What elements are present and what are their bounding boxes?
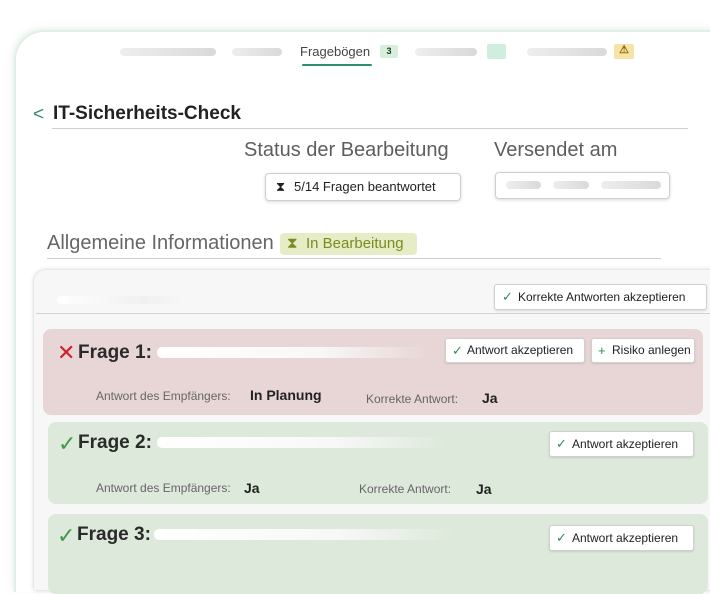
section-status-badge: ⧗ In Bearbeitung <box>280 233 417 255</box>
recipient-answer-value: Ja <box>244 480 260 496</box>
sent-date-box <box>495 172 670 199</box>
section-divider <box>47 258 661 259</box>
page-title: IT-Sicherheits-Check <box>53 103 241 124</box>
status-value: 5/14 Fragen beantwortet <box>294 179 436 194</box>
status-value-box: ⧗ 5/14 Fragen beantwortet <box>265 173 461 201</box>
nav-tab-placeholder[interactable] <box>232 48 282 56</box>
accept-correct-answers-button[interactable]: ✓ Korrekte Antworten akzeptieren <box>494 284 707 310</box>
question-title: Frage 2: <box>78 432 152 453</box>
title-divider <box>52 128 688 129</box>
check-icon: ✓ <box>556 530 567 545</box>
correct-answer-value: Ja <box>482 390 498 406</box>
section-status-label: In Bearbeitung <box>306 235 404 252</box>
button-label: Antwort akzeptieren <box>467 343 574 357</box>
nav-tab-placeholder[interactable] <box>527 48 607 56</box>
button-label: Antwort akzeptieren <box>572 531 679 545</box>
date-placeholder <box>506 181 541 189</box>
section-title: Allgemeine Informationen <box>47 232 274 254</box>
question-text-placeholder <box>154 529 454 540</box>
correct-answer-value: Ja <box>476 481 492 497</box>
button-label: Korrekte Antworten akzeptieren <box>518 290 686 304</box>
accept-answer-button[interactable]: ✓ Antwort akzeptieren <box>549 431 694 457</box>
nav-tab-placeholder[interactable] <box>120 48 216 56</box>
correct-answer-label: Korrekte Antwort: <box>366 392 459 406</box>
panel-divider <box>36 313 710 314</box>
check-icon: ✓ <box>556 436 567 451</box>
sent-label: Versendet am <box>494 139 618 161</box>
check-icon: ✓ <box>452 343 463 358</box>
plus-icon: + <box>598 343 606 358</box>
tab-status-badge <box>487 44 506 59</box>
recipient-answer-label: Antwort des Empfängers: <box>96 389 231 403</box>
check-icon: ✓ <box>57 523 76 548</box>
accept-answer-button[interactable]: ✓ Antwort akzeptieren <box>445 338 585 363</box>
tab-fragebogen[interactable]: Fragebögen <box>300 44 370 59</box>
date-placeholder <box>601 181 661 189</box>
correct-answer-label: Korrekte Antwort: <box>359 482 452 496</box>
question-text-placeholder <box>157 437 447 448</box>
date-placeholder <box>553 181 589 189</box>
warning-icon: ⚠ <box>614 44 634 59</box>
nav-tab-placeholder[interactable] <box>415 48 477 56</box>
check-icon: ✓ <box>58 431 77 456</box>
question-text-placeholder <box>157 347 427 358</box>
back-chevron-icon[interactable]: < <box>33 104 44 126</box>
question-title: Frage 1: <box>78 342 152 363</box>
panel-header-placeholder <box>57 296 183 304</box>
question-title: Frage 3: <box>77 524 151 545</box>
active-tab-indicator <box>302 64 372 66</box>
accept-answer-button[interactable]: ✓ Antwort akzeptieren <box>549 525 694 551</box>
hourglass-icon: ⧗ <box>276 179 286 194</box>
status-label: Status der Bearbeitung <box>244 139 449 161</box>
create-risk-button[interactable]: + Risiko anlegen <box>591 338 695 363</box>
check-icon: ✓ <box>502 289 513 304</box>
hourglass-icon: ⧗ <box>287 235 298 252</box>
button-label: Risiko anlegen <box>612 343 691 357</box>
cross-icon: ✕ <box>57 340 76 365</box>
tab-count-badge: 3 <box>380 45 398 58</box>
recipient-answer-label: Antwort des Empfängers: <box>96 481 231 495</box>
button-label: Antwort akzeptieren <box>572 437 679 451</box>
recipient-answer-value: In Planung <box>250 387 322 403</box>
